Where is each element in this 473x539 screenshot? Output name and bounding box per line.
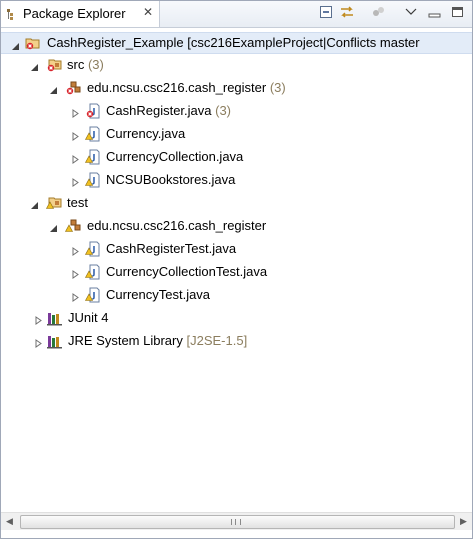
collapsed-twisty-icon[interactable] [34,313,43,325]
tree-item-test[interactable]: test [1,192,472,214]
horizontal-scrollbar[interactable]: ◀ ▶ [1,512,472,530]
expanded-twisty-icon[interactable] [11,39,20,50]
tree-item-java-file[interactable]: J CurrencyCollectionTest.java [1,261,472,283]
tree-item-java-file[interactable]: J CashRegisterTest.java [1,238,472,260]
file-label: NCSUBookstores.java [106,172,236,187]
tree-item-project[interactable]: CashRegister_Example [csc216ExampleProje… [1,32,472,54]
collapsed-twisty-icon[interactable] [71,267,80,279]
svg-text:J: J [92,130,96,139]
file-label: CashRegister.java [106,103,212,118]
tree-item-src[interactable]: src (3) [1,54,472,76]
java-file-warning-icon: J [84,287,101,303]
tab-package-explorer[interactable]: Package Explorer ✕ [1,1,160,27]
src-package-label: edu.ncsu.csc216.cash_register [87,80,267,95]
grip-icon [231,519,241,525]
maximize-icon[interactable] [450,4,466,20]
view-header: Package Explorer ✕ [1,1,472,28]
source-folder-warning-icon [45,195,62,211]
link-with-editor-icon[interactable] [339,4,355,20]
close-icon[interactable]: ✕ [143,5,153,19]
src-error-count: (3) [87,57,104,72]
expanded-twisty-icon[interactable] [30,60,39,71]
file-error-count: (3) [215,103,232,118]
test-label: test [67,195,88,210]
file-label: Currency.java [106,126,186,141]
jre-label: JRE System Library [68,333,183,348]
tree-item-junit-library[interactable]: JUnit 4 [1,307,472,329]
java-file-warning-icon: J [84,126,101,142]
test-package-label: edu.ncsu.csc216.cash_register [87,218,267,233]
jre-version: [J2SE-1.5] [186,333,248,348]
file-label: CurrencyTest.java [106,287,211,302]
tree-item-test-package[interactable]: edu.ncsu.csc216.cash_register [1,215,472,237]
scrollbar-thumb[interactable] [20,515,455,529]
collapsed-twisty-icon[interactable] [34,336,43,348]
src-package-error-count: (3) [269,80,286,95]
svg-text:J: J [92,268,96,277]
svg-text:J: J [92,176,96,185]
collapsed-twisty-icon[interactable] [71,175,80,187]
junit-label: JUnit 4 [68,310,109,325]
java-file-error-icon: J [85,103,101,119]
svg-text:J: J [92,291,96,300]
package-warning-icon [64,218,81,234]
collapsed-twisty-icon[interactable] [71,244,80,256]
tree-item-java-file[interactable]: J CashRegister.java (3) [1,100,472,122]
java-file-warning-icon: J [84,149,101,165]
project-name: CashRegister_Example [47,35,184,50]
expanded-twisty-icon[interactable] [49,221,58,232]
java-file-warning-icon: J [84,172,101,188]
collapsed-twisty-icon[interactable] [71,129,80,141]
scroll-right-icon[interactable]: ▶ [455,513,472,530]
file-label: CurrencyCollection.java [106,149,244,164]
java-file-warning-icon: J [84,241,101,257]
view-menu-icon[interactable] [403,4,419,20]
expanded-twisty-icon[interactable] [30,198,39,209]
tab-label: Package Explorer [23,6,126,21]
svg-text:J: J [92,153,96,162]
svg-text:J: J [92,245,96,254]
tree-item-src-package[interactable]: edu.ncsu.csc216.cash_register (3) [1,77,472,99]
package-explorer-icon [7,9,19,24]
collapsed-twisty-icon[interactable] [71,152,80,164]
file-label: CashRegisterTest.java [106,241,237,256]
tree-item-java-file[interactable]: J Currency.java [1,123,472,145]
expanded-twisty-icon[interactable] [49,83,58,94]
tree-item-java-file[interactable]: J CurrencyTest.java [1,284,472,306]
project-error-icon [25,35,41,51]
collapse-all-icon[interactable] [318,4,334,20]
package-explorer-view: Package Explorer ✕ CashRegister_Example … [0,0,473,539]
library-icon [47,310,63,326]
filters-icon[interactable] [371,4,387,20]
project-repo-decoration: [csc216ExampleProject|Conflicts master [187,35,420,50]
tree-item-java-file[interactable]: J NCSUBookstores.java [1,169,472,191]
library-icon [47,333,63,349]
minimize-icon[interactable] [427,4,443,20]
package-error-icon [65,80,81,96]
src-label: src [67,57,85,72]
file-label: CurrencyCollectionTest.java [106,264,268,279]
java-file-warning-icon: J [84,264,101,280]
collapsed-twisty-icon[interactable] [71,290,80,302]
collapsed-twisty-icon[interactable] [71,106,80,118]
source-folder-error-icon [46,57,62,73]
scroll-left-icon[interactable]: ◀ [1,513,18,530]
tree-item-jre-library[interactable]: JRE System Library [J2SE-1.5] [1,330,472,352]
tree-item-java-file[interactable]: J CurrencyCollection.java [1,146,472,168]
